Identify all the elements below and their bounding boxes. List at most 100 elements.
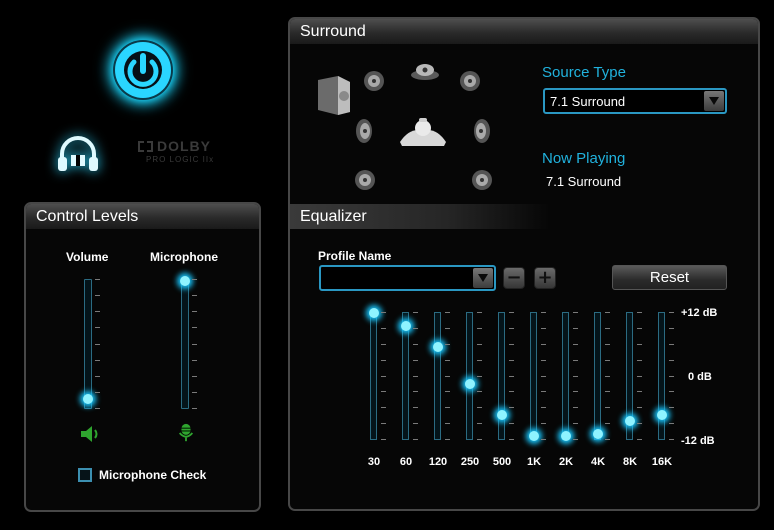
headphone-dolby-icon[interactable] — [55, 133, 101, 173]
scale-tick — [381, 439, 386, 440]
eq-slider-250[interactable] — [464, 312, 475, 440]
eq-slider-knob[interactable] — [496, 410, 507, 421]
eq-slider-8K[interactable] — [624, 312, 635, 440]
scale-tick — [669, 407, 674, 408]
chevron-down-icon[interactable] — [704, 91, 724, 111]
power-icon[interactable] — [111, 38, 175, 102]
eq-slider-knob[interactable] — [432, 342, 443, 353]
center-speaker-icon[interactable] — [410, 62, 440, 80]
add-profile-button[interactable]: + — [534, 267, 556, 289]
scale-tick — [669, 391, 674, 392]
scale-tick — [541, 312, 546, 313]
rear-right-speaker-icon[interactable] — [471, 169, 493, 191]
scale-tick — [477, 439, 482, 440]
eq-band-label: 4K — [590, 456, 606, 468]
microphone-label: Microphone — [150, 250, 218, 264]
scale-tick — [445, 376, 450, 377]
scale-tick — [381, 391, 386, 392]
scale-tick — [477, 360, 482, 361]
microphone-check-label: Microphone Check — [99, 468, 207, 482]
volume-slider[interactable] — [83, 279, 93, 409]
scale-tick — [637, 391, 642, 392]
subwoofer-icon[interactable] — [316, 74, 352, 116]
eq-slider-knob[interactable] — [368, 308, 379, 318]
remove-profile-button[interactable]: − — [503, 267, 525, 289]
scale-tick — [669, 312, 674, 313]
scale-tick — [95, 327, 100, 328]
microphone-check-checkbox[interactable]: Microphone Check — [78, 468, 206, 482]
scale-tick — [381, 360, 386, 361]
scale-tick — [509, 407, 514, 408]
scale-tick — [95, 376, 100, 377]
eq-slider-knob[interactable] — [464, 378, 475, 389]
scale-tick — [541, 423, 546, 424]
scale-tick — [573, 407, 578, 408]
scale-tick — [445, 312, 450, 313]
scale-tick — [573, 376, 578, 377]
microphone-scale — [192, 279, 198, 409]
dolby-subtitle: PRO LOGIC IIx — [146, 155, 215, 164]
eq-slider-knob[interactable] — [560, 431, 571, 442]
source-type-select[interactable]: 7.1 Surround — [543, 88, 727, 114]
eq-scale — [509, 312, 515, 440]
profile-name-select[interactable] — [319, 265, 496, 291]
eq-slider-knob[interactable] — [624, 415, 635, 426]
eq-slider-120[interactable] — [432, 312, 443, 440]
scale-tick — [669, 376, 674, 377]
microphone-slider[interactable] — [180, 276, 190, 409]
chevron-down-icon[interactable] — [473, 268, 493, 288]
speaker-layout — [316, 56, 496, 196]
microphone-icon[interactable] — [175, 423, 197, 443]
eq-slider-60[interactable] — [400, 312, 411, 440]
scale-tick — [541, 391, 546, 392]
reset-button[interactable]: Reset — [612, 265, 727, 290]
eq-slider-knob[interactable] — [528, 431, 539, 442]
scale-tick — [381, 407, 386, 408]
scale-tick — [605, 312, 610, 313]
eq-slider-4K[interactable] — [592, 312, 603, 440]
dolby-brand: DOLBY — [157, 138, 211, 154]
scale-tick — [573, 423, 578, 424]
scale-tick — [413, 391, 418, 392]
eq-slider-500[interactable] — [496, 312, 507, 440]
scale-tick — [541, 407, 546, 408]
microphone-slider-knob[interactable] — [180, 276, 190, 287]
eq-scale — [573, 312, 579, 440]
side-right-speaker-icon[interactable] — [472, 118, 492, 144]
rear-left-speaker-icon[interactable] — [354, 169, 376, 191]
scale-tick — [381, 328, 386, 329]
eq-slider-30[interactable] — [368, 308, 379, 440]
scale-tick — [192, 360, 197, 361]
scale-tick — [381, 312, 386, 313]
scale-tick — [509, 391, 514, 392]
scale-tick — [95, 392, 100, 393]
scale-tick — [381, 376, 386, 377]
eq-slider-knob[interactable] — [400, 321, 411, 332]
eq-band-label: 16K — [651, 456, 673, 468]
microphone-check-box[interactable] — [78, 468, 92, 482]
eq-slider-knob[interactable] — [656, 410, 667, 421]
scale-tick — [477, 376, 482, 377]
volume-slider-knob[interactable] — [83, 394, 93, 405]
control-levels-title: Control Levels — [26, 204, 259, 229]
eq-slider-knob[interactable] — [592, 428, 603, 439]
dolby-logo: DOLBY PRO LOGIC IIx — [138, 138, 222, 170]
scale-tick — [445, 423, 450, 424]
eq-slider-1K[interactable] — [528, 312, 539, 442]
eq-band-label: 60 — [399, 456, 413, 468]
scale-tick — [605, 423, 610, 424]
side-left-speaker-icon[interactable] — [354, 118, 374, 144]
scale-tick — [605, 360, 610, 361]
eq-scale — [541, 312, 547, 440]
eq-slider-2K[interactable] — [560, 312, 571, 442]
scale-tick — [637, 312, 642, 313]
speaker-icon[interactable] — [79, 424, 101, 444]
scale-tick — [445, 344, 450, 345]
front-left-speaker-icon[interactable] — [363, 70, 385, 92]
scale-tick — [95, 344, 100, 345]
front-right-speaker-icon[interactable] — [459, 70, 481, 92]
eq-band-label: 30 — [367, 456, 381, 468]
scale-tick — [192, 392, 197, 393]
eq-slider-16K[interactable] — [656, 312, 667, 440]
eq-band-label: 1K — [526, 456, 542, 468]
